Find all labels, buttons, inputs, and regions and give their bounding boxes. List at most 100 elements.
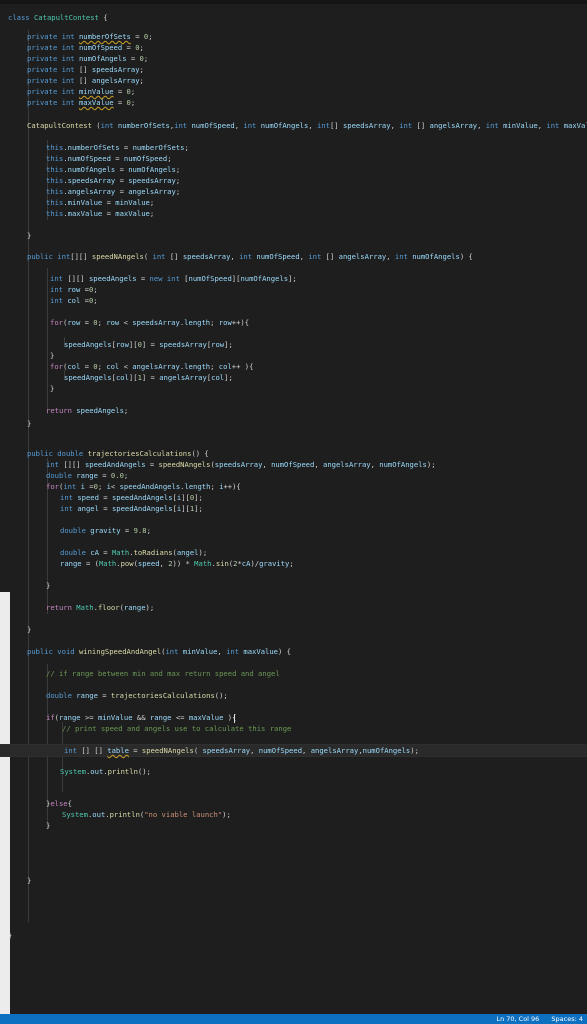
code-token: int <box>316 121 330 130</box>
code-token: CatapultContest <box>27 121 97 130</box>
code-token: ; <box>130 87 136 96</box>
code-line[interactable]: this.angelsArray = angelsArray; <box>0 186 587 197</box>
code-line[interactable]: this.speedsArray = speedsArray; <box>0 175 587 186</box>
code-line[interactable]: class CatapultContest { <box>0 12 587 23</box>
code-token: ); <box>410 746 419 755</box>
indentation-setting[interactable]: Spaces: 4 <box>551 1015 583 1023</box>
code-token: minValue <box>182 647 218 656</box>
code-token: numOfSpeed <box>271 460 315 469</box>
code-line[interactable]: int [][] speedAndAngels = speedNAngels(s… <box>0 459 587 470</box>
code-token: out <box>92 810 106 819</box>
code-token: [] <box>78 76 92 85</box>
code-token: = <box>130 32 144 41</box>
code-line[interactable]: return Math.floor(range); <box>0 602 587 613</box>
code-line[interactable]: this.numberOfSets = numberOfSets; <box>0 142 587 153</box>
code-line[interactable]: int col =0; <box>0 295 587 306</box>
code-token: int <box>546 121 564 130</box>
code-line[interactable]: public void winingSpeedAndAngel(int minV… <box>0 646 587 657</box>
code-line[interactable]: } <box>0 418 587 429</box>
code-token: private <box>27 87 62 96</box>
code-line[interactable]: } <box>0 875 587 886</box>
code-line[interactable]: } <box>0 624 587 635</box>
code-line[interactable]: private int [] speedsArray; <box>0 64 587 75</box>
code-line[interactable]: for(col = 0; col < angelsArray.length; c… <box>0 361 587 372</box>
code-token: = <box>80 318 94 327</box>
code-line[interactable]: this.minValue = minValue; <box>0 197 587 208</box>
code-token: Math <box>194 559 212 568</box>
code-token: double <box>57 449 88 458</box>
code-line[interactable]: this.maxValue = maxValue; <box>0 208 587 219</box>
code-line[interactable]: range = (Math.pow(speed, 2)) * Math.sin(… <box>0 558 587 569</box>
code-token: out <box>90 767 104 776</box>
code-token: < <box>119 318 133 327</box>
code-line[interactable]: private int numOfSpeed = 0; <box>0 42 587 53</box>
code-token: return <box>46 406 77 415</box>
code-line[interactable]: speedAngels[col][1] = angelsArray[col]; <box>0 372 587 383</box>
code-line[interactable]: CatapultContest (int numberOfSets,int nu… <box>0 120 587 131</box>
code-line[interactable]: public int[][] speedNAngels( int [] spee… <box>0 251 587 262</box>
code-line[interactable]: // print speed and angels use to calcula… <box>0 723 587 734</box>
code-token: numOfAngels <box>128 165 176 174</box>
code-token: maxValue <box>78 98 114 107</box>
code-line[interactable]: int row =0; <box>0 284 587 295</box>
code-token: range <box>76 471 98 480</box>
code-token: System <box>62 810 88 819</box>
code-token: // print speed and angels use to calcula… <box>62 724 292 733</box>
code-token: = <box>80 362 94 371</box>
cursor-position[interactable]: Ln 70, Col 96 <box>496 1015 539 1023</box>
code-token: minValue <box>67 198 103 207</box>
code-line[interactable]: } <box>0 383 587 394</box>
code-line[interactable]: return speedAngels; <box>0 405 587 416</box>
code-line[interactable]: if(range >= minValue && range <= maxValu… <box>0 712 587 723</box>
code-token: this <box>46 187 64 196</box>
code-line[interactable]: }else{ <box>0 798 587 809</box>
code-token: int <box>226 647 244 656</box>
code-line[interactable]: for(row = 0; row < speedsArray.length; r… <box>0 317 587 328</box>
code-token: ; <box>210 318 219 327</box>
code-line[interactable]: this.numOfSpeed = numOfSpeed; <box>0 153 587 164</box>
code-line[interactable]: System.out.println(); <box>0 766 587 777</box>
code-line[interactable]: } <box>0 820 587 831</box>
code-line[interactable]: for(int i =0; i< speedAndAngels.length; … <box>0 481 587 492</box>
code-token: range <box>58 713 81 722</box>
code-line[interactable]: private int numberOfSets = 0; <box>0 31 587 42</box>
code-token: = <box>80 296 89 305</box>
code-line-current[interactable]: int [] [] table = speedNAngels( speedsAr… <box>0 744 587 757</box>
code-token: speedsArray <box>182 252 231 261</box>
code-line[interactable]: int angel = speedAndAngels[i][1]; <box>0 503 587 514</box>
code-line[interactable]: double cA = Math.toRadians(angel); <box>0 547 587 558</box>
code-line[interactable]: int speed = speedAndAngels[i][0]; <box>0 492 587 503</box>
code-token: 0.0 <box>110 471 124 480</box>
code-token: = <box>122 43 136 52</box>
code-token: sin <box>215 559 229 568</box>
code-token: private <box>27 54 62 63</box>
code-token: , <box>477 121 486 130</box>
code-line[interactable]: private int maxValue = 0; <box>0 97 587 108</box>
code-token: ( <box>143 252 153 261</box>
code-editor[interactable]: class CatapultContest { private int numbe… <box>0 0 587 1014</box>
code-token: private <box>27 98 62 107</box>
code-line[interactable]: double range = 0.0; <box>0 470 587 481</box>
code-line[interactable]: } <box>0 350 587 361</box>
code-token: ); <box>222 810 231 819</box>
code-token: int <box>50 296 68 305</box>
code-token: speedNAngels <box>91 252 144 261</box>
code-token: , <box>390 121 400 130</box>
code-token: (); <box>214 691 228 700</box>
code-line[interactable]: this.numOfAngels = numOfAngels; <box>0 164 587 175</box>
code-line[interactable]: private int [] angelsArray; <box>0 75 587 86</box>
code-token: int <box>60 504 78 513</box>
code-line[interactable]: speedAngels[row][0] = speedsArray[row]; <box>0 339 587 350</box>
code-line[interactable]: int [][] speedAngels = new int [numOfSpe… <box>0 273 587 284</box>
code-line[interactable]: } <box>0 580 587 591</box>
code-token: [] <box>169 252 183 261</box>
code-line[interactable]: double range = trajectoriesCalculations(… <box>0 690 587 701</box>
code-line[interactable]: double gravity = 9.8; <box>0 525 587 536</box>
code-line[interactable]: // if range between min and max return s… <box>0 668 587 679</box>
code-line[interactable]: } <box>0 930 587 941</box>
code-line[interactable]: private int minValue = 0; <box>0 86 587 97</box>
code-line[interactable]: private int numOfAngels = 0; <box>0 53 587 64</box>
code-line[interactable]: System.out.println("no viable launch"); <box>0 809 587 820</box>
code-line[interactable]: public double trajectoriesCalculations()… <box>0 448 587 459</box>
code-line[interactable]: } <box>0 230 587 241</box>
